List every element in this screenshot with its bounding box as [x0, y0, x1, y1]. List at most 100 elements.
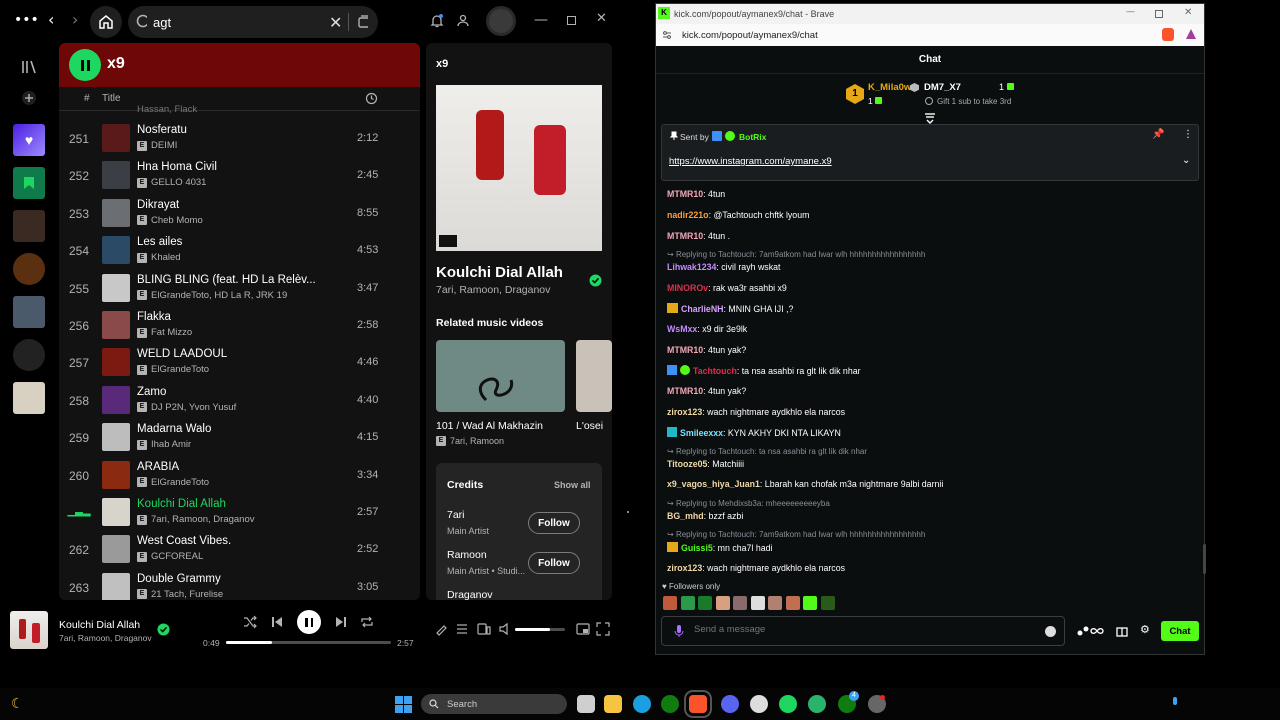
track-artist[interactable]: Ihab Amir [151, 439, 191, 450]
track-row[interactable]: 257 WELD LAADOUL E ElGrandeToto 4:46 [59, 344, 420, 381]
browse-icon[interactable] [357, 14, 368, 30]
back-arrow-icon[interactable]: ‹ [48, 10, 54, 29]
track-title[interactable]: WELD LAADOUL [137, 348, 317, 360]
track-title[interactable]: Dikrayat [137, 199, 317, 211]
chat-username[interactable]: MTMR10 [667, 345, 703, 355]
track-row[interactable]: 254 Les ailes E Khaled 4:53 [59, 232, 420, 269]
emote-button[interactable] [663, 596, 677, 610]
now-playing-artists[interactable]: 7ari, Ramoon, Draganov [59, 633, 152, 643]
track-artist[interactable]: ElGrandeToto [151, 477, 209, 488]
library-playlist-thumb[interactable] [13, 296, 45, 328]
home-button[interactable] [90, 6, 122, 38]
chat-username[interactable]: Tachtouch [693, 366, 737, 376]
now-playing-title[interactable]: Koulchi Dial Allah [59, 619, 140, 631]
track-row[interactable]: 252 Hna Homa Civil E GELLO 4031 2:45 [59, 157, 420, 194]
more-menu-icon[interactable]: ••• [14, 12, 39, 28]
send-message-input[interactable] [694, 624, 1024, 635]
chat-username[interactable]: CharlieNH [681, 304, 724, 314]
track-title[interactable]: Madarna Walo [137, 423, 317, 435]
now-playing-view-icon[interactable] [434, 622, 448, 636]
chat-username[interactable]: WsMxx [667, 324, 697, 334]
emote-button[interactable] [680, 596, 695, 610]
repeat-icon[interactable] [360, 615, 374, 629]
play-pause-button[interactable] [297, 610, 321, 634]
track-row[interactable]: 258 Zamo E DJ P2N, Yvon Yusuf 4:40 [59, 382, 420, 419]
url-text[interactable]: kick.com/popout/aymanex9/chat [682, 30, 818, 41]
track-title[interactable]: Flakka [137, 311, 317, 323]
send-chat-button[interactable]: Chat [1161, 621, 1199, 641]
liked-songs-heart-icon[interactable]: ♥ [13, 124, 45, 156]
track-row[interactable]: 255 BLING BLING (feat. HD La Relèv... E ElG… [59, 270, 420, 307]
friend-activity-icon[interactable] [455, 13, 471, 29]
create-playlist-plus-icon[interactable] [20, 89, 38, 107]
expand-pinned-chevron-icon[interactable]: ⌄ [1182, 155, 1190, 166]
track-artist[interactable]: 7ari, Ramoon, Draganov [151, 514, 255, 525]
chat-username[interactable]: Lihwak1234 [667, 262, 716, 272]
emote-button[interactable] [785, 596, 800, 610]
emote-button[interactable] [715, 596, 730, 610]
track-title[interactable]: BLING BLING (feat. HD La Relèv... [137, 274, 317, 286]
track-title[interactable]: Double Grammy [137, 573, 317, 585]
library-icon[interactable] [20, 59, 38, 75]
microphone-icon[interactable] [674, 625, 684, 638]
search-input[interactable] [153, 14, 330, 30]
track-title[interactable]: Hna Homa Civil [137, 161, 317, 173]
send-message-box[interactable] [661, 616, 1065, 646]
next-track-icon[interactable] [334, 615, 348, 629]
related-video-title[interactable]: L'osei [576, 420, 603, 432]
chat-username[interactable]: Smileexxx [680, 428, 723, 438]
track-artist[interactable]: ElGrandeToto [151, 364, 209, 375]
chat-username[interactable]: zirox123 [667, 563, 702, 573]
task-view-icon[interactable] [577, 695, 595, 713]
track-row[interactable]: 263 Double Grammy E 21 Tach, Furelise 3:05 [59, 569, 420, 600]
track-title[interactable]: Koulchi Dial Allah [137, 498, 317, 510]
miniplayer-icon[interactable] [576, 622, 590, 636]
track-title[interactable]: Les ailes [137, 236, 317, 248]
close-window-icon[interactable]: ✕ [1184, 7, 1192, 18]
windows-start-icon[interactable] [395, 696, 412, 713]
brave-rewards-icon[interactable] [1185, 28, 1197, 40]
emoji-picker-icon[interactable] [1045, 626, 1056, 637]
gift-sub-icon[interactable] [1116, 624, 1128, 637]
track-artist[interactable]: Fat Mizzo [151, 327, 192, 338]
chat-username[interactable]: Guissi5 [681, 543, 713, 553]
previous-track-icon[interactable] [270, 615, 284, 629]
credits-show-all-link[interactable]: Show all [554, 480, 591, 490]
pause-button[interactable] [69, 49, 101, 81]
chat-scrollbar[interactable] [1203, 544, 1206, 574]
track-row[interactable]: ▁▃▂ Koulchi Dial Allah E 7ari, Ramoon, Drag… [59, 494, 420, 531]
credit-name[interactable]: Draganov [447, 589, 493, 600]
chat-username[interactable]: MTMR10 [667, 189, 703, 199]
emote-button[interactable] [803, 596, 817, 610]
follow-button[interactable]: Follow [528, 512, 580, 534]
site-info-icon[interactable] [662, 30, 672, 40]
col-title[interactable]: Title [102, 93, 121, 104]
maximize-window-icon[interactable] [567, 16, 576, 25]
chat-username[interactable]: MTMR10 [667, 386, 703, 396]
now-playing-cover[interactable] [10, 611, 48, 649]
clear-search-icon[interactable]: ✕ [329, 13, 342, 32]
library-artist-thumb[interactable] [13, 339, 45, 371]
your-episodes-bookmark-icon[interactable] [13, 167, 45, 199]
volume-slider[interactable] [515, 628, 565, 631]
track-artist[interactable]: ElGrandeToto, HD La R, JRK 19 [151, 290, 287, 301]
track-title[interactable]: West Coast Vibes. [137, 535, 317, 547]
settings-app-icon[interactable] [750, 695, 768, 713]
leader2-name[interactable]: DM7_X7 [924, 82, 961, 93]
search-box[interactable]: ✕ [128, 6, 378, 38]
track-row[interactable]: 251 Nosferatu E DEIMI 2:12 [59, 120, 420, 157]
track-artist[interactable]: Cheb Momo [151, 215, 203, 226]
chat-username[interactable]: x9_vagos_hiya_Juan1 [667, 479, 760, 489]
pinned-user[interactable]: BotRix [739, 132, 766, 142]
emote-button[interactable] [820, 596, 835, 610]
track-artist[interactable]: DEIMI [151, 140, 177, 151]
track-title[interactable]: ARABIA [137, 461, 317, 473]
leader1-name[interactable]: K_Mila0w1 [868, 82, 917, 93]
emote-button[interactable] [733, 596, 747, 610]
track-title[interactable]: Zamo [137, 386, 317, 398]
chat-settings-gear-icon[interactable]: ⚙ [1140, 623, 1150, 636]
queue-icon[interactable] [455, 622, 469, 636]
minimize-window-icon[interactable]: — [534, 12, 548, 28]
chat-username[interactable]: BG_mhd [667, 511, 704, 521]
volume-icon[interactable] [498, 622, 512, 636]
